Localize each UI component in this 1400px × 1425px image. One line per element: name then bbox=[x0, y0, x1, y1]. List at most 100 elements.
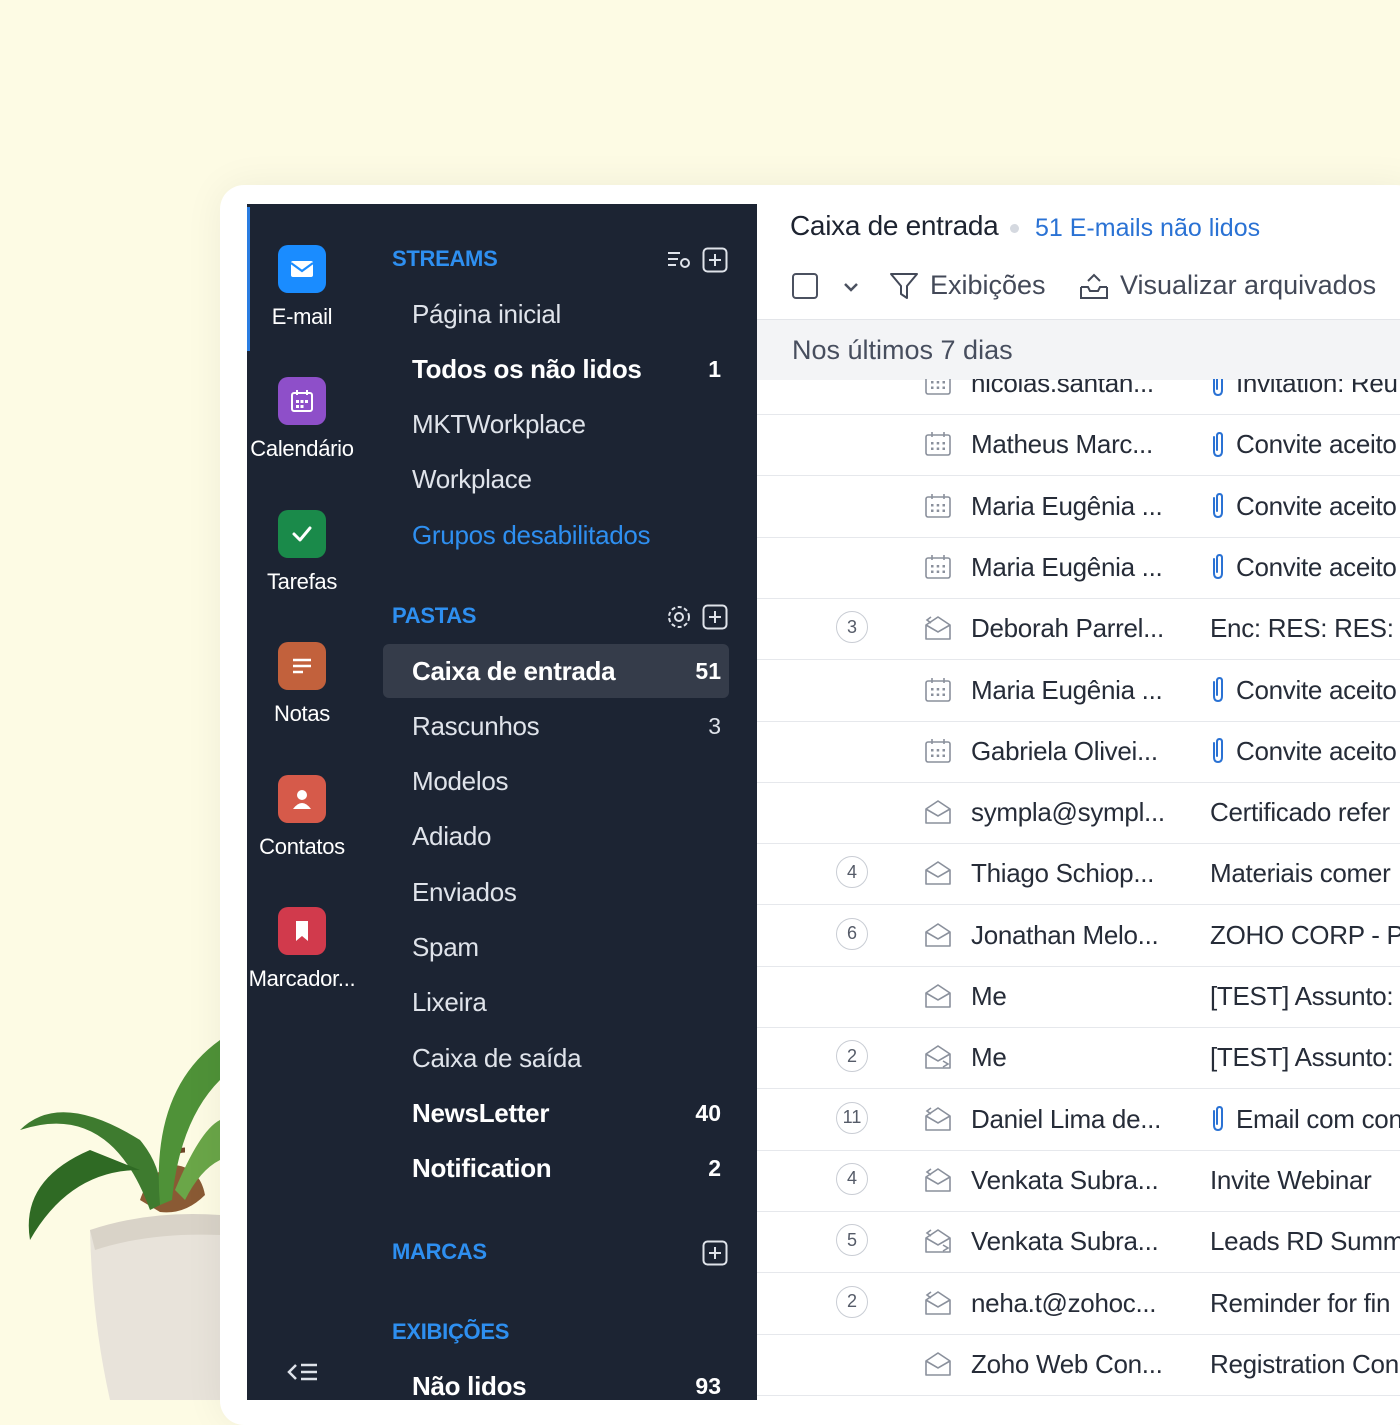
calendar-invite-icon bbox=[923, 552, 953, 582]
unread-emails-link[interactable]: 51 E-mails não lidos bbox=[1035, 214, 1260, 243]
mail-row[interactable]: Zoho Web Con... Registration Con bbox=[757, 1334, 1400, 1396]
view-archived-button[interactable]: Visualizar arquivados bbox=[1078, 270, 1376, 301]
folder-item-workplace[interactable]: Workplace bbox=[383, 453, 729, 507]
mail-subject-text: Certificado refer bbox=[1210, 797, 1390, 828]
folder-item-adiado[interactable]: Adiado bbox=[383, 810, 729, 864]
unread-count: 2 bbox=[708, 1155, 721, 1182]
rail-item-tarefas[interactable]: Tarefas bbox=[247, 510, 357, 595]
forwarded-icon bbox=[923, 1042, 953, 1072]
archive-icon bbox=[1080, 273, 1108, 299]
rail-item-label: Contatos bbox=[259, 834, 345, 859]
mail-subject: Reminder for fin bbox=[1210, 1288, 1390, 1319]
folder-item-label: Caixa de saída bbox=[412, 1042, 582, 1073]
attachment-icon bbox=[1213, 493, 1223, 519]
mail-subject: Convite aceito bbox=[1210, 429, 1397, 460]
folder-item-newsletter[interactable]: NewsLetter 40 bbox=[383, 1086, 729, 1140]
calendar-invite-icon bbox=[923, 675, 953, 705]
mail-row[interactable]: Maria Eugênia ... Convite aceito bbox=[757, 660, 1400, 722]
folder-item-grupos-desabilitados[interactable]: Grupos desabilitados bbox=[383, 508, 729, 562]
add-tag-icon[interactable] bbox=[702, 1240, 728, 1266]
unread-count: 51 bbox=[695, 657, 721, 684]
mail-subject: Invite Webinar bbox=[1210, 1165, 1372, 1196]
calendar-invite-icon bbox=[923, 379, 953, 398]
folder-item-nao-lidos[interactable]: Não lidos 93 bbox=[383, 1359, 729, 1413]
folder-item-label: Não lidos bbox=[412, 1370, 527, 1401]
folder-item-label: Spam bbox=[412, 932, 479, 962]
replied-icon bbox=[923, 1288, 953, 1318]
mail-subject: Invitation: Reu bbox=[1210, 379, 1398, 399]
rail-item-notas[interactable]: Notas bbox=[247, 642, 357, 727]
date-group-header: Nos últimos 7 dias bbox=[757, 319, 1400, 380]
mail-row[interactable]: Maria Eugênia ... Convite aceito bbox=[757, 476, 1400, 538]
mail-row[interactable]: 2 neha.t@zohoc... Reminder for fin bbox=[757, 1273, 1400, 1335]
envelope-open-icon bbox=[923, 797, 953, 827]
mail-sender: Maria Eugênia ... bbox=[971, 551, 1163, 582]
folder-item-label: Workplace bbox=[412, 464, 532, 495]
rail-item-marcador[interactable]: Marcador... bbox=[247, 907, 357, 992]
select-all-checkbox[interactable] bbox=[792, 273, 818, 299]
replied-icon bbox=[923, 1165, 953, 1195]
folder-item-todos-os-nao-lidos[interactable]: Todos os não lidos 1 bbox=[383, 342, 729, 396]
mail-row[interactable]: 3 Deborah Parrel... Enc: RES: RES: R bbox=[757, 598, 1400, 661]
mail-row[interactable]: 6 Jonathan Melo... ZOHO CORP - P bbox=[757, 905, 1400, 967]
rail-item-e-mail[interactable]: E-mail bbox=[247, 207, 357, 351]
folder-item-label: Notification bbox=[412, 1153, 552, 1184]
add-folder-icon[interactable] bbox=[702, 604, 728, 630]
mail-row[interactable]: Maria Eugênia ... Convite aceito bbox=[757, 537, 1400, 599]
reply-forward-icon bbox=[923, 1226, 953, 1256]
mail-row[interactable]: sympla@sympl... Certificado refer bbox=[757, 782, 1400, 845]
mail-row[interactable]: 2 Me [TEST] Assunto: bbox=[757, 1027, 1400, 1090]
stream-settings-icon[interactable] bbox=[666, 247, 692, 273]
mail-row[interactable]: 11 Daniel Lima de... Email com con bbox=[757, 1089, 1400, 1151]
mail-subject-text: Leads RD Summ bbox=[1210, 1226, 1400, 1257]
folder-item-label: Adiado bbox=[412, 821, 492, 852]
calendar-icon bbox=[278, 377, 326, 425]
folder-item-caixa-de-saida[interactable]: Caixa de saída bbox=[383, 1031, 729, 1085]
mail-subject: Convite aceito bbox=[1210, 491, 1397, 522]
rail-item-contatos[interactable]: Contatos bbox=[247, 775, 357, 860]
mail-subject-text: Materiais comer bbox=[1210, 858, 1391, 889]
chevron-down-icon[interactable] bbox=[840, 278, 862, 296]
mail-row[interactable]: 4 Venkata Subra... Invite Webinar bbox=[757, 1150, 1400, 1212]
add-stream-icon[interactable] bbox=[702, 247, 728, 273]
views-title: EXIBIÇÕES bbox=[392, 1319, 510, 1344]
mail-subject: Registration Con bbox=[1210, 1349, 1399, 1380]
folder-item-enviados[interactable]: Enviados bbox=[383, 865, 729, 919]
mail-subject: Convite aceito bbox=[1210, 552, 1397, 583]
mail-sender: Me bbox=[971, 981, 1007, 1011]
folder-item-caixa-de-entrada[interactable]: Caixa de entrada 51 bbox=[383, 644, 729, 698]
replied-icon bbox=[923, 1104, 953, 1134]
calendar-invite-icon bbox=[923, 491, 953, 521]
rail-item-label: Calendário bbox=[250, 436, 354, 461]
folder-item-mktworkplace[interactable]: MKTWorkplace bbox=[383, 398, 729, 452]
mail-subject: ZOHO CORP - P bbox=[1210, 920, 1400, 951]
folder-item-notification[interactable]: Notification 2 bbox=[383, 1142, 729, 1196]
collapse-sidebar-icon[interactable] bbox=[286, 1357, 320, 1387]
mail-row[interactable]: 5 Venkata Subra... Leads RD Summ bbox=[757, 1211, 1400, 1274]
folder-item-spam[interactable]: Spam bbox=[383, 921, 729, 975]
mail-row[interactable]: 4 Thiago Schiop... Materiais comer bbox=[757, 843, 1400, 906]
mail-row[interactable]: Matheus Marc... Convite aceito bbox=[757, 414, 1400, 477]
mail-sender: Maria Eugênia ... bbox=[971, 490, 1163, 521]
folder-item-modelos[interactable]: Modelos bbox=[383, 755, 729, 809]
folder-item-lixeira[interactable]: Lixeira bbox=[383, 976, 729, 1030]
mail-subject: Convite aceito bbox=[1210, 736, 1397, 767]
rail-item-calendario[interactable]: Calendário bbox=[247, 377, 357, 462]
unread-count: 1 bbox=[708, 355, 721, 382]
folder-item-label: Grupos desabilitados bbox=[412, 519, 651, 550]
mail-row[interactable]: Me [TEST] Assunto: bbox=[757, 966, 1400, 1028]
mail-subject-text: Invite Webinar bbox=[1210, 1164, 1372, 1195]
mail-subject-text: Convite aceito bbox=[1236, 490, 1397, 521]
rail-item-label: E-mail bbox=[271, 304, 333, 329]
unread-count: 3 bbox=[708, 712, 721, 739]
mail-row[interactable]: nicolas.santan... Invitation: Reu bbox=[757, 379, 1400, 415]
mail-sender: Deborah Parrel... bbox=[971, 613, 1164, 644]
folder-item-pagina-inicial[interactable]: Página inicial bbox=[383, 287, 729, 341]
views-button[interactable]: Exibições bbox=[888, 270, 1046, 301]
mail-sender: Venkata Subra... bbox=[971, 1226, 1159, 1257]
folder-settings-icon[interactable] bbox=[666, 604, 692, 630]
mail-row[interactable]: Gabriela Olivei... Convite aceito bbox=[757, 721, 1400, 783]
folder-item-rascunhos[interactable]: Rascunhos 3 bbox=[383, 699, 729, 753]
thread-count-badge: 4 bbox=[836, 1162, 868, 1195]
replied-icon bbox=[923, 613, 953, 643]
